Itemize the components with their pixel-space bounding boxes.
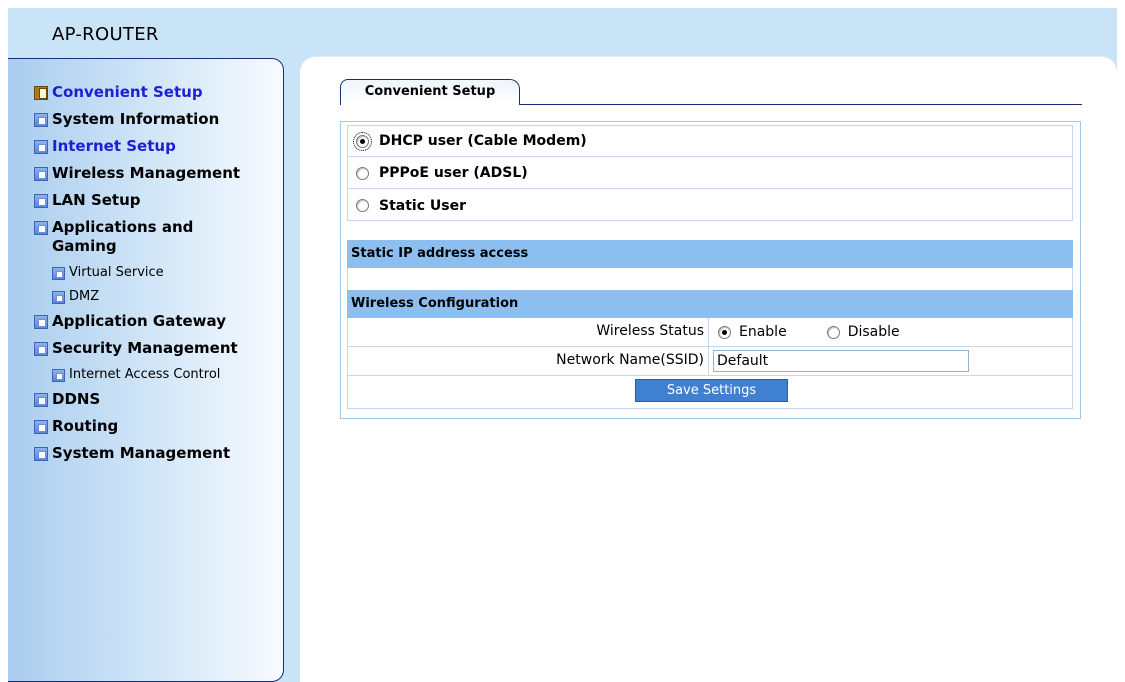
save-settings-button[interactable]: Save Settings [635,379,788,402]
sidebar-item-internet-access-control[interactable]: Internet Access Control [52,366,284,390]
option-pppoe[interactable]: PPPoE user (ADSL) [348,158,1072,189]
radio-disable[interactable] [826,325,840,339]
sidebar-item-label: DDNS [52,390,101,408]
ssid-row: Network Name(SSID) [347,347,1073,376]
sidebar-item-system-management[interactable]: System Management [34,444,284,471]
sidebar-item-label: System Information [52,110,220,128]
sidebar-item-wireless-management[interactable]: Wireless Management [34,164,284,191]
page-icon [34,113,48,127]
option-label: Static User [379,197,466,214]
page-icon [52,291,65,304]
folder-open-icon [34,86,48,100]
sidebar: Convenient Setup System Information Inte… [8,58,284,682]
static-ip-section-body [347,268,1073,290]
option-dhcp[interactable]: DHCP user (Cable Modem) [348,126,1072,157]
sidebar-item-lan-setup[interactable]: LAN Setup [34,191,284,218]
wireless-status-row: Wireless Status Enable Disable [347,318,1073,347]
page-icon [34,140,48,154]
sidebar-item-label: Wireless Management [52,164,241,182]
wireless-status-label: Wireless Status [348,318,709,346]
page-icon [52,369,65,382]
option-label: DHCP user (Cable Modem) [379,133,587,149]
tab-convenient-setup[interactable]: Convenient Setup [340,79,520,105]
sidebar-item-label: LAN Setup [52,191,141,209]
radio-enable[interactable] [718,325,731,339]
radio-static[interactable] [356,199,369,212]
sidebar-item-label: Applications and Gaming [52,218,194,255]
page-icon [34,420,48,434]
sidebar-item-dmz[interactable]: DMZ [52,288,284,312]
sidebar-item-system-information[interactable]: System Information [34,110,284,137]
wireless-section-header: Wireless Configuration [347,290,1073,318]
sidebar-item-label: Virtual Service [69,265,164,280]
option-label: Enable [739,324,787,340]
radio-pppoe[interactable] [356,166,369,180]
sidebar-item-virtual-service[interactable]: Virtual Service [52,264,284,288]
sidebar-item-routing[interactable]: Routing [34,417,284,444]
sidebar-item-internet-setup[interactable]: Internet Setup [34,137,284,164]
tab-divider [519,104,1082,105]
sidebar-item-applications-and-gaming[interactable]: Applications and Gaming [34,218,284,264]
sidebar-item-label: System Management [52,444,231,462]
page-icon [34,315,48,329]
sidebar-item-ddns[interactable]: DDNS [34,390,284,417]
page-icon [34,393,48,407]
sidebar-item-security-management[interactable]: Security Management [34,339,284,366]
page-icon [34,342,48,356]
wireless-enable-option[interactable]: Enable [718,324,787,340]
save-row: Save Settings [347,376,1073,409]
sidebar-item-label: Application Gateway [52,312,226,330]
sidebar-item-label: Convenient Setup [52,83,203,101]
ssid-label: Network Name(SSID) [348,347,709,375]
option-label: Disable [847,324,900,340]
ssid-input[interactable] [713,350,969,372]
page-icon [34,167,48,181]
option-static[interactable]: Static User [348,190,1072,221]
sidebar-item-convenient-setup[interactable]: Convenient Setup [34,83,284,110]
radio-dhcp[interactable] [353,131,372,151]
static-ip-section-header: Static IP address access [347,240,1073,268]
page-icon [34,194,48,208]
page-icon [34,447,48,461]
sidebar-item-label: Routing [52,417,119,435]
wireless-disable-option[interactable]: Disable [826,324,900,340]
sidebar-item-label: Internet Setup [52,137,176,155]
option-label: PPPoE user (ADSL) [379,165,528,181]
app-title: AP-ROUTER [52,24,159,45]
sidebar-menu: Convenient Setup System Information Inte… [34,83,284,471]
page-icon [52,267,65,280]
connection-type-group: DHCP user (Cable Modem) PPPoE user (ADSL… [347,125,1073,221]
sidebar-item-application-gateway[interactable]: Application Gateway [34,312,284,339]
wireless-status-options: Enable Disable [710,318,900,346]
page-icon [34,221,48,235]
ssid-value-cell [710,347,969,375]
sidebar-item-label: Internet Access Control [69,367,221,382]
sidebar-item-label: DMZ [69,289,100,304]
sidebar-item-label: Security Management [52,339,238,357]
